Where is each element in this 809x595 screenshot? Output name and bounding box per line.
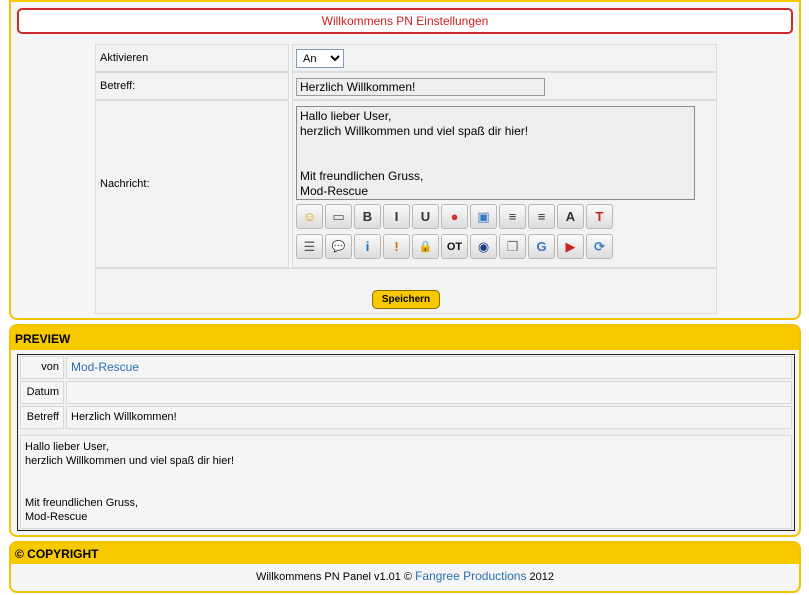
aktivieren-select[interactable]: An [296,49,344,68]
preview-datum-value [66,381,792,404]
bold-icon: B [362,209,373,224]
preview-message-line: Hallo lieber User, [25,441,109,453]
preview-message: Hallo lieber User, herzlich Willkommen u… [20,435,792,529]
lock-button[interactable]: 🔒 [412,234,439,259]
preview-betreff-label: Betreff [20,406,64,429]
offtopic-icon: OT [446,240,463,253]
link-button[interactable]: ⟳ [586,234,613,259]
row-save: Speichern [95,268,717,314]
save-cell: Speichern [95,268,717,314]
preview-datum-label: Datum [20,381,64,404]
speech-button[interactable]: ❐ [499,234,526,259]
eye-icon: ◉ [477,238,490,254]
copyright-year: 2012 [529,571,555,583]
underline-button[interactable]: U [412,204,439,229]
nachricht-label-cell: Nachricht: [95,100,289,268]
betreff-value-cell [292,72,717,100]
quote-bubble-button[interactable]: 💬 [325,234,352,259]
betreff-input[interactable] [296,78,545,96]
image-button[interactable]: ▣ [470,204,497,229]
row-aktivieren: Aktivieren An [95,44,717,72]
copyright-link[interactable]: Fangree Productions [415,569,526,583]
preview-row-von: von Mod-Rescue [19,355,793,380]
preview-row-datum: Datum [19,380,793,405]
settings-title: Willkommens PN Einstellungen [17,8,793,34]
youtube-icon: ▶ [565,238,576,254]
row-nachricht: Nachricht: ☺ ▭ B I U ● ▣ ≡ ≡ A T ☰ 💬 i! 🔒 OT ◉ ❐ G ▶ ⟳ [95,100,717,268]
speech-icon: ❐ [506,238,519,254]
nachricht-value-cell: ☺ ▭ B I U ● ▣ ≡ ≡ A T ☰ 💬 i! 🔒 OT ◉ ❐ G ▶ ⟳ [292,100,717,268]
warning-button[interactable]: ! [383,234,410,259]
font-type-icon: T [595,209,604,224]
align-center-button[interactable]: ≡ [499,204,526,229]
align-center-icon: ≡ [508,209,517,224]
betreff-label: Betreff: [100,80,136,92]
preview-row-betreff: Betreff Herzlich Willkommen! [19,405,793,430]
aktivieren-label-cell: Aktivieren [95,44,289,72]
bbcode-toolbar-row-2: ☰ 💬 i! 🔒 OT ◉ ❐ G ▶ ⟳ [296,234,616,260]
save-button[interactable]: Speichern [372,290,440,309]
list-icon: ☰ [303,238,316,254]
list-button[interactable]: ☰ [296,234,323,259]
font-size-icon: A [565,209,576,224]
bbcode-toolbar-row-1: ☺ ▭ B I U ● ▣ ≡ ≡ A T [296,204,616,230]
smiley-icon: ☺ [302,209,317,224]
preview-box: von Mod-Rescue Datum Betreff Herzlich Wi… [17,354,795,531]
aktivieren-value-cell: An [292,44,717,72]
preview-header: PREVIEW [11,326,799,350]
quote-bubble-icon: 💬 [331,241,346,253]
insert-text-button[interactable]: ▭ [325,204,352,229]
font-type-button[interactable]: T [586,204,613,229]
preview-panel: PREVIEW von Mod-Rescue Datum Betreff Her… [9,324,801,537]
preview-message-line: Mit freundlichen Gruss, [25,497,139,509]
preview-von-cell: Mod-Rescue [66,356,792,379]
color-button[interactable]: ● [441,204,468,229]
italic-icon: I [394,209,399,224]
copyright-panel: © COPYRIGHT Willkommens PN Panel v1.01 ©… [9,541,801,593]
aktivieren-label: Aktivieren [100,52,149,64]
color-icon: ● [450,209,459,224]
lock-icon: 🔒 [418,241,433,253]
italic-button[interactable]: I [383,204,410,229]
underline-icon: U [420,209,431,224]
copyright-text: Willkommens PN Panel v1.01 © [255,571,413,583]
preview-message-line [25,468,787,482]
betreff-label-cell: Betreff: [95,72,289,100]
smiley-button[interactable]: ☺ [296,204,323,229]
warning-icon: ! [394,239,399,254]
google-button[interactable]: G [528,234,555,259]
insert-text-icon: ▭ [332,208,345,224]
copyright-header: © COPYRIGHT [11,543,799,564]
nachricht-textarea[interactable] [296,106,695,200]
youtube-button[interactable]: ▶ [557,234,584,259]
preview-betreff-value: Herzlich Willkommen! [66,406,792,429]
preview-message-line: Mod-Rescue [25,511,88,523]
settings-panel: Willkommens PN Einstellungen Aktivieren … [9,0,801,320]
info-icon: i [365,239,370,254]
align-right-button[interactable]: ≡ [528,204,555,229]
link-icon: ⟳ [594,238,605,254]
nachricht-label: Nachricht: [100,178,150,190]
image-icon: ▣ [477,208,490,224]
preview-message-line: herzlich Willkommen und viel spaß dir hi… [25,455,235,467]
eye-button[interactable]: ◉ [470,234,497,259]
preview-message-line [25,482,787,496]
offtopic-button[interactable]: OT [441,234,468,259]
copyright-line: Willkommens PN Panel v1.01 © Fangree Pro… [11,564,799,583]
preview-von-link[interactable]: Mod-Rescue [71,360,139,374]
bold-button[interactable]: B [354,204,381,229]
google-icon: G [536,239,547,254]
align-right-icon: ≡ [537,209,546,224]
preview-von-label: von [20,356,64,379]
row-betreff: Betreff: [95,72,717,100]
font-size-button[interactable]: A [557,204,584,229]
info-button[interactable]: i [354,234,381,259]
